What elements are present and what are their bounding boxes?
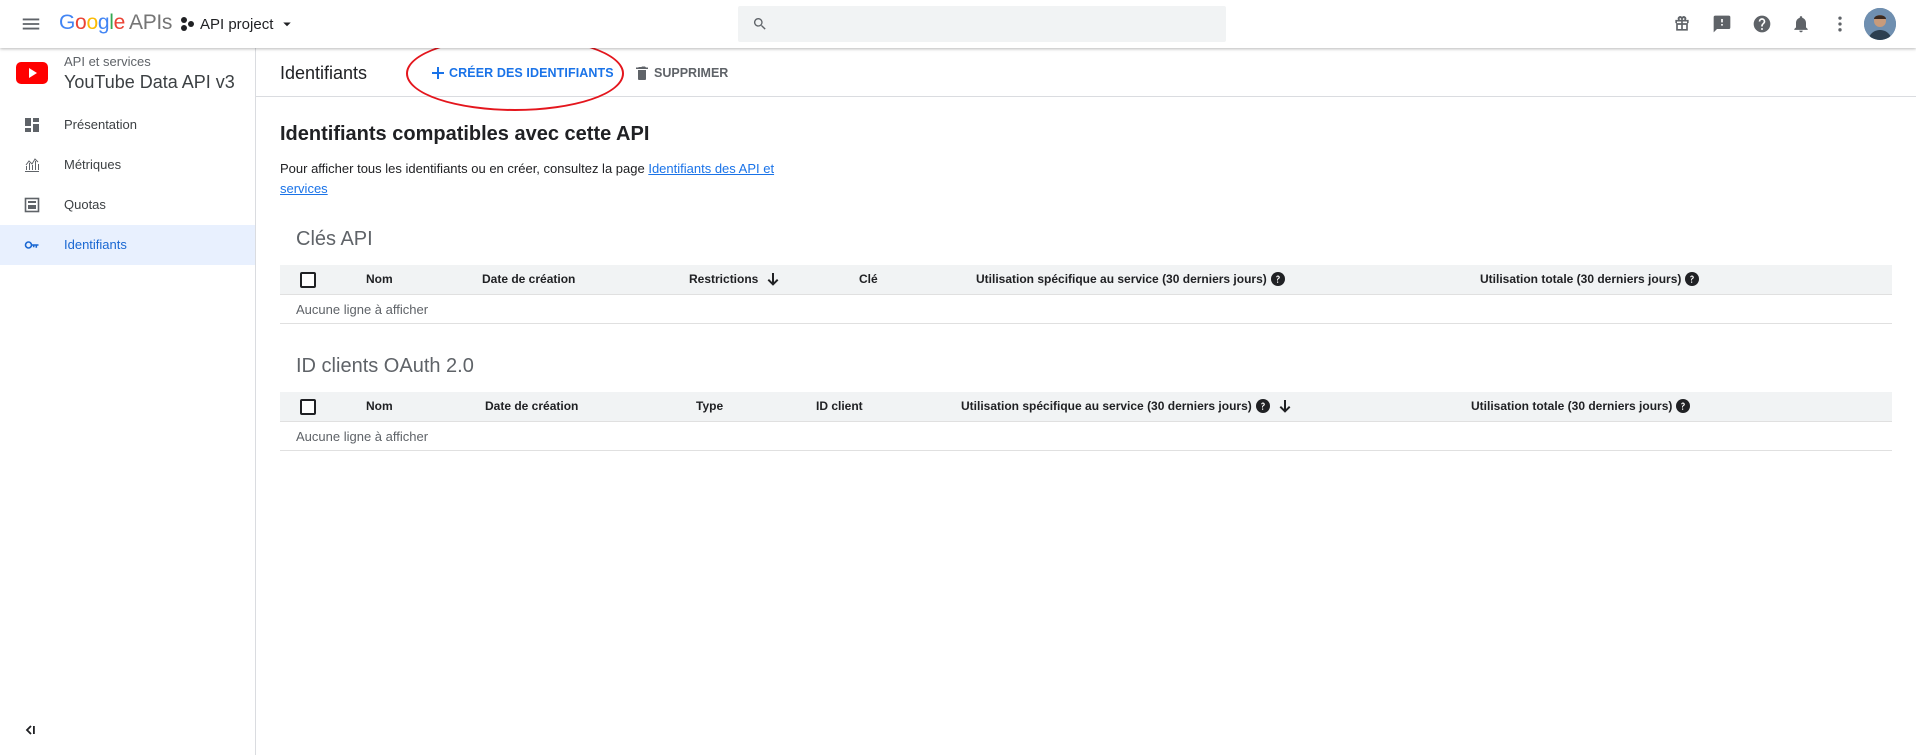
project-name: API project [200,15,274,33]
page-title: Identifiants [280,63,368,83]
sidebar-item-quotas[interactable]: Quotas [0,185,255,225]
intro-text: Pour afficher tous les identifiants ou e… [280,161,775,196]
plus-icon [432,67,444,79]
dashboard-icon [25,118,39,132]
column-header-total-usage[interactable]: Utilisation totale (30 derniers jours) [1471,399,1691,413]
column-header-date[interactable]: Date de création [485,399,578,413]
notifications-icon[interactable] [1791,14,1811,34]
top-bar: Google APIs API project [0,0,1916,48]
column-header-service-usage[interactable]: Utilisation spécifique au service (30 de… [961,399,1292,413]
empty-message: Aucune ligne à afficher [296,429,429,444]
google-apis-logo[interactable]: Google APIs [59,11,172,35]
search-bar[interactable] [738,6,1226,42]
api-keys-table: Nom Date de création Restrictions Clé Ut… [280,265,1892,324]
column-header-service-usage[interactable]: Utilisation spécifique au service (30 de… [976,272,1285,286]
api-subtitle: API et services [64,54,151,69]
more-vert-icon[interactable] [1830,14,1850,34]
sidebar: API et services YouTube Data API v3 Prés… [0,48,256,755]
oauth-clients-table: Nom Date de création Type ID client Util… [280,392,1892,451]
select-all-checkbox[interactable] [300,272,316,288]
oauth-clients-title: ID clients OAuth 2.0 [296,355,474,377]
sidebar-item-identifiants[interactable]: Identifiants [0,225,255,265]
youtube-logo-icon [16,62,48,84]
sidebar-item-label: Quotas [64,197,106,212]
table-row: Aucune ligne à afficher [280,422,1892,451]
sidebar-nav: Présentation Métriques Quotas Identifian… [0,105,255,265]
column-header-nom[interactable]: Nom [366,272,393,286]
help-circle-icon[interactable] [1676,399,1691,413]
help-circle-icon[interactable] [1685,272,1700,286]
api-title: YouTube Data API v3 [64,72,235,92]
delete-button[interactable]: SUPPRIMER [634,60,728,86]
feedback-icon[interactable] [1712,14,1732,34]
delete-label: SUPPRIMER [654,66,729,80]
quotas-icon [24,197,40,213]
help-circle-icon[interactable] [1270,272,1285,286]
page-header: Identifiants CRÉER DES IDENTIFIANTS SUPP… [256,48,1916,97]
api-header: API et services YouTube Data API v3 [0,48,255,96]
help-circle-icon[interactable] [1255,399,1270,413]
trash-icon [636,66,648,80]
section-title: Identifiants compatibles avec cette API [280,123,650,145]
gift-icon[interactable] [1672,14,1692,34]
metrics-icon [25,158,39,172]
search-input[interactable] [784,6,1214,42]
column-header-restrictions[interactable]: Restrictions [689,272,780,286]
table-header: Nom Date de création Restrictions Clé Ut… [280,265,1892,295]
search-icon [753,18,766,30]
column-header-cle[interactable]: Clé [859,272,878,286]
project-selector[interactable]: API project [179,13,296,35]
sidebar-item-label: Présentation [64,117,137,132]
collapse-sidebar-icon[interactable] [22,721,40,739]
sort-arrow-down-icon[interactable] [766,272,780,286]
key-icon [24,241,39,249]
column-header-client-id[interactable]: ID client [816,399,863,413]
column-header-total-usage[interactable]: Utilisation totale (30 derniers jours) [1480,272,1700,286]
column-header-type[interactable]: Type [696,399,723,413]
empty-message: Aucune ligne à afficher [296,302,429,317]
create-credentials-button[interactable]: CRÉER DES IDENTIFIANTS [430,60,614,86]
table-row: Aucune ligne à afficher [280,295,1892,324]
sidebar-item-presentation[interactable]: Présentation [0,105,255,145]
avatar[interactable] [1864,8,1896,40]
api-keys-title: Clés API [296,228,373,250]
caret-down-icon [283,22,292,27]
table-header: Nom Date de création Type ID client Util… [280,392,1892,422]
column-header-date[interactable]: Date de création [482,272,575,286]
column-header-nom[interactable]: Nom [366,399,393,413]
create-credentials-label: CRÉER DES IDENTIFIANTS [449,66,614,80]
sidebar-item-label: Métriques [64,157,122,172]
sort-arrow-down-icon[interactable] [1278,399,1292,413]
select-all-checkbox[interactable] [300,399,316,415]
help-icon[interactable] [1752,14,1772,34]
sidebar-item-label: Identifiants [64,237,127,252]
sidebar-item-metriques[interactable]: Métriques [0,145,255,185]
menu-icon[interactable] [20,13,42,35]
project-icon [181,17,194,31]
